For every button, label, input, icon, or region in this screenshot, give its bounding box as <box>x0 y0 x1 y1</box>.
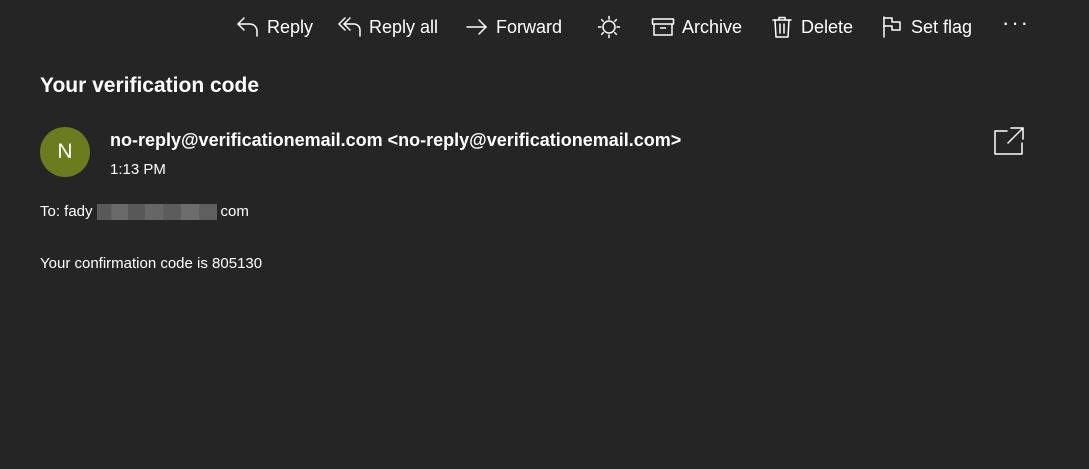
forward-label: Forward <box>496 16 563 37</box>
sun-icon <box>597 15 621 39</box>
redacted-email <box>96 203 217 220</box>
reply-icon <box>237 17 258 37</box>
reply-all-label: Reply all <box>369 16 439 37</box>
reply-button[interactable]: Reply <box>236 10 313 44</box>
more-icon: ··· <box>1002 10 1030 35</box>
flag-icon <box>883 16 901 38</box>
more-options-button[interactable]: ··· <box>1002 10 1030 44</box>
recipient-line: To: fady com <box>40 203 249 220</box>
set-flag-label: Set flag <box>911 16 973 37</box>
reply-all-icon <box>338 17 361 37</box>
sender-avatar: N <box>40 127 90 177</box>
delete-label: Delete <box>801 16 854 37</box>
reply-label: Reply <box>267 16 314 37</box>
set-flag-button[interactable]: Set flag <box>880 10 972 44</box>
popout-icon <box>994 127 1024 155</box>
delete-button[interactable]: Delete <box>770 10 853 44</box>
archive-button[interactable]: Archive <box>651 10 742 44</box>
forward-button[interactable]: Forward <box>465 10 562 44</box>
trash-icon <box>772 16 792 38</box>
archive-label: Archive <box>682 16 743 37</box>
sender-address: no-reply@verificationemail.com <no-reply… <box>110 130 682 150</box>
forward-icon <box>466 19 487 35</box>
message-time: 1:13 PM <box>110 161 166 178</box>
open-in-new-window-button[interactable] <box>993 126 1025 156</box>
recipient-suffix: com <box>220 203 249 220</box>
theme-toggle-button[interactable] <box>597 10 621 44</box>
avatar-initial: N <box>57 140 73 163</box>
archive-icon <box>651 18 675 36</box>
message-subject: Your verification code <box>40 74 259 97</box>
message-body: Your confirmation code is 805130 <box>40 255 263 272</box>
message-toolbar: Reply Reply all Forward Archive Delete S… <box>0 0 1089 56</box>
reply-all-button[interactable]: Reply all <box>338 10 438 44</box>
recipient-prefix: To: fady <box>40 203 93 220</box>
